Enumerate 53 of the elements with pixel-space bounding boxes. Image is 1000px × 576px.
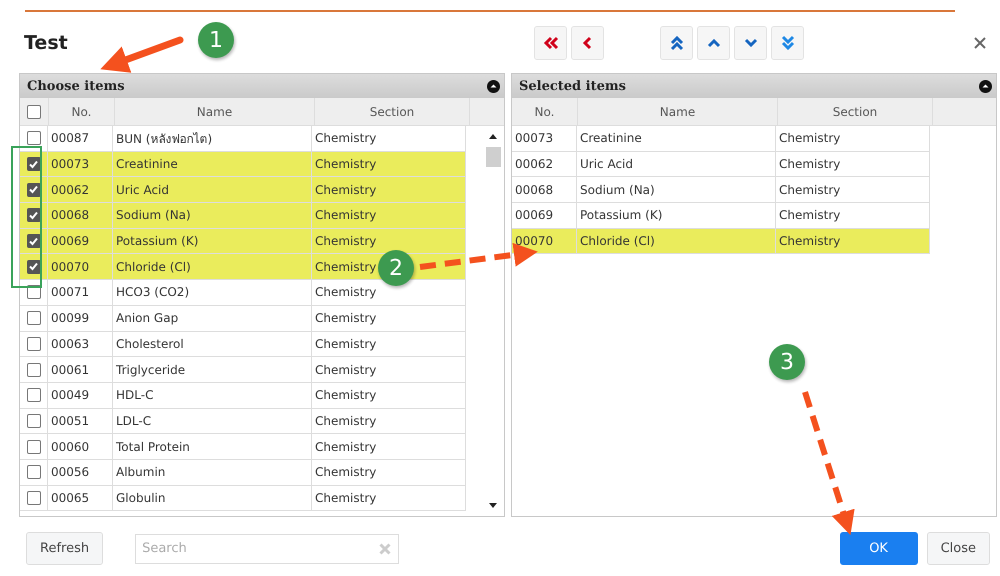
toolbar-button[interactable] [771,26,804,60]
panel-title: Choose items [27,78,125,94]
checkbox[interactable] [26,311,40,326]
checkbox[interactable] [27,104,41,118]
close-button[interactable]: Close [926,532,990,565]
toolbar-button[interactable] [534,26,567,60]
panel-title: Selected items [519,78,626,94]
toolbar-button[interactable] [571,26,604,60]
table-row[interactable]: 00068 Sodium (Na) Chemistry [512,177,930,204]
checkbox[interactable] [26,234,40,248]
collapse-icon[interactable] [487,80,500,92]
table-cell: Chemistry [312,486,466,512]
table-cell: Globulin [113,486,312,512]
checkbox[interactable] [26,131,40,146]
refresh-button[interactable]: Refresh [26,532,104,565]
toolbar-button[interactable] [734,26,767,60]
table-cell: 00065 [48,486,113,512]
table-row[interactable]: 00070 Chloride (Cl) Chemistry [512,228,930,254]
column-header[interactable]: Section [315,98,470,125]
column-header[interactable]: Name [115,98,315,125]
column-header[interactable]: No. [512,98,578,125]
checkbox[interactable] [26,336,40,351]
checkbox[interactable] [26,362,40,377]
column-header[interactable]: No. [49,98,115,125]
checkbox[interactable] [26,260,40,274]
collapse-icon[interactable] [979,80,992,92]
step-badge: 1 [198,22,234,58]
column-header[interactable]: Name [578,98,778,125]
close-icon[interactable] [974,36,986,48]
table-cell: Chloride (Cl) [577,228,776,254]
checkbox[interactable] [26,208,40,222]
dialog-title: Test [24,32,68,54]
double-up-chevron-icon [668,34,684,50]
checkbox[interactable] [26,388,40,402]
search-field[interactable]: Search [135,534,400,564]
checkbox[interactable] [26,490,40,505]
double-left-chevron-icon [542,34,558,50]
table-row[interactable]: 00069 Potassium (K) Chemistry [512,203,930,229]
toolbar-button[interactable] [697,26,730,60]
checkbox[interactable] [26,182,40,197]
toolbar-button[interactable] [660,26,693,60]
table-cell: Chemistry [776,228,930,254]
table-row[interactable]: 00073 Creatinine Chemistry [512,126,930,152]
double-down-chevron-icon [780,34,796,50]
checkbox[interactable] [26,157,40,172]
ok-button[interactable]: OK [840,532,918,565]
column-header[interactable]: Section [778,98,933,125]
checkbox[interactable] [26,440,40,454]
checkbox[interactable] [26,465,40,480]
table-row[interactable]: 00062 Uric Acid Chemistry [512,152,930,178]
table-cell: 00070 [512,228,577,254]
scrollbar-thumb[interactable] [486,147,500,167]
checkbox[interactable] [26,414,40,428]
